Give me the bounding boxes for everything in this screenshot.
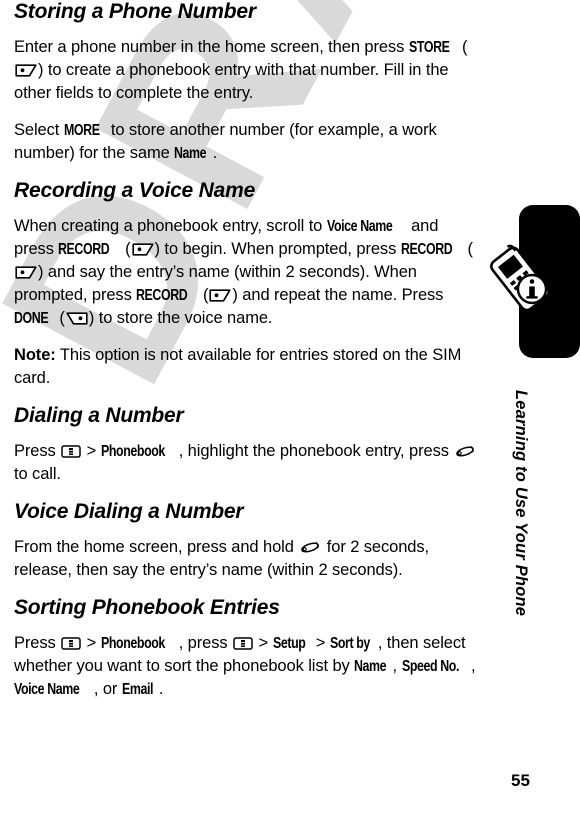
menu-key-icon <box>61 637 81 650</box>
ui-term: RECORD <box>58 241 110 258</box>
side-rail: Learning to Use Your Phone <box>480 0 580 818</box>
send-key-icon <box>454 445 476 458</box>
chapter-title-vertical: Learning to Use Your Phone <box>480 390 580 690</box>
left-soft-key-icon <box>66 312 88 325</box>
page-content: Storing a Phone Number Enter a phone numb… <box>14 0 480 715</box>
ui-term: Name <box>174 145 207 162</box>
paragraph-sorting-p1: Press > Phonebook, press > Setup > Sort … <box>14 632 480 701</box>
send-key-icon <box>299 541 321 554</box>
ui-term: RECORD <box>400 241 453 258</box>
ui-term: Setup <box>272 635 306 652</box>
right-soft-key-icon <box>15 64 37 77</box>
ui-term: Speed No. <box>401 658 459 675</box>
note-label: Note: <box>14 346 56 364</box>
ui-term: Sort by <box>329 635 370 652</box>
ui-term: RECORD <box>136 287 188 304</box>
section-heading-dialing-a-number: Dialing a Number <box>14 404 184 427</box>
right-soft-key-icon <box>209 289 232 302</box>
page-number: 55 <box>511 771 530 790</box>
section-heading-sorting-phonebook-entries: Sorting Phonebook Entries <box>14 596 280 619</box>
paragraph-recording-note: Note: This option is not available for e… <box>14 346 462 387</box>
paragraph-storing-p1: Enter a phone number in the home screen,… <box>14 38 468 102</box>
paragraph-voicedial-p1: From the home screen, press and hold for… <box>14 538 430 579</box>
phone-info-icon <box>484 243 556 315</box>
section-heading-voice-dialing-a-number: Voice Dialing a Number <box>14 500 244 523</box>
ui-term: Voice Name <box>14 681 80 698</box>
paragraph-dialing-p1: Press > Phonebook, highlight the phonebo… <box>14 440 480 486</box>
ui-term: Voice Name <box>326 218 393 235</box>
ui-term: MORE <box>63 122 100 139</box>
menu-key-icon <box>233 637 253 650</box>
paragraph-recording-p1: When creating a phonebook entry, scroll … <box>14 215 480 330</box>
paragraph-storing-p2: Select MORE to store another number (for… <box>14 119 480 165</box>
ui-term: Name <box>354 658 387 675</box>
ui-term: Email <box>121 681 153 698</box>
ui-term: Phonebook <box>100 635 165 652</box>
section-heading-recording-a-voice-name: Recording a Voice Name <box>14 179 256 202</box>
ui-term: Phonebook <box>100 443 165 460</box>
right-soft-key-icon <box>15 266 37 279</box>
menu-key-icon <box>61 445 81 458</box>
chapter-title-text: Learning to Use Your Phone <box>512 390 530 617</box>
ui-term: DONE <box>14 310 49 327</box>
section-heading-storing-a-phone-number: Storing a Phone Number <box>14 0 256 23</box>
ui-term: STORE <box>408 39 450 56</box>
right-soft-key-icon <box>131 243 154 256</box>
